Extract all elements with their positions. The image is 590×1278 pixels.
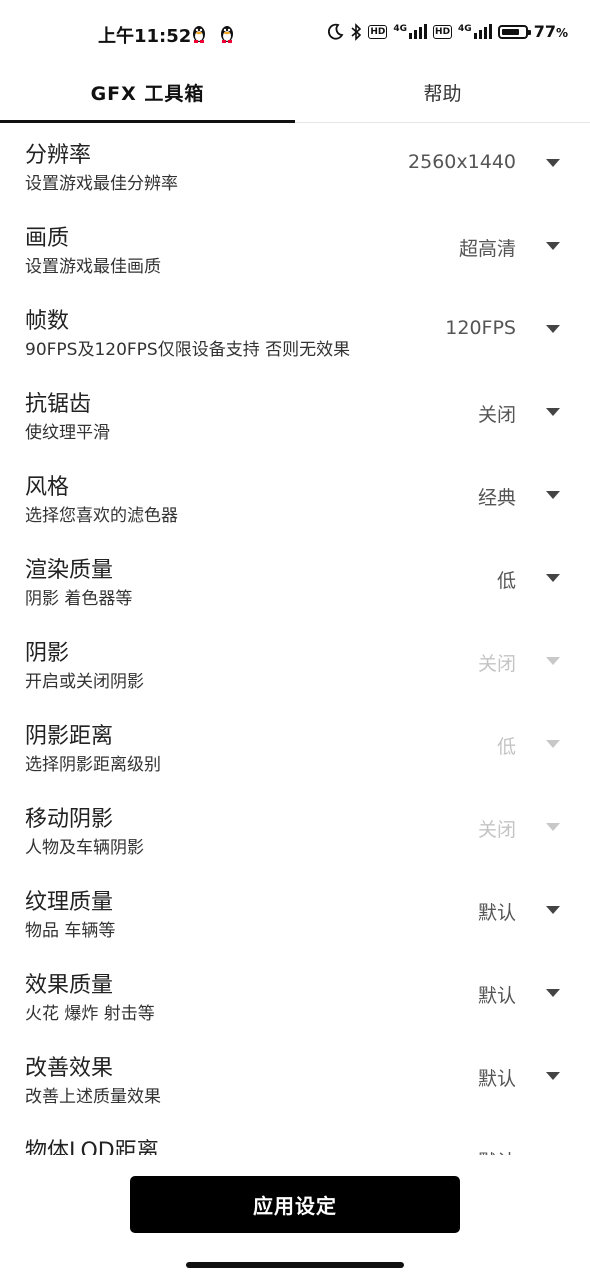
- hd-icon: HD: [433, 24, 453, 39]
- signal-icon: 4G: [458, 24, 492, 39]
- setting-row[interactable]: 抗锯齿使纹理平滑 关闭: [0, 372, 590, 455]
- setting-title: 抗锯齿: [25, 392, 92, 417]
- setting-row[interactable]: 分辨率设置游戏最佳分辨率 2560x1440: [0, 123, 590, 206]
- setting-row[interactable]: 纹理质量物品 车辆等 默认: [0, 870, 590, 953]
- setting-subtitle: 设置游戏最佳画质: [25, 257, 161, 277]
- dropdown-arrow-icon[interactable]: [546, 657, 560, 665]
- setting-dropdown-value[interactable]: 超高清: [459, 234, 516, 261]
- setting-dropdown-value[interactable]: 经典: [478, 483, 516, 510]
- setting-row[interactable]: 移动阴影人物及车辆阴影 关闭: [0, 787, 590, 870]
- status-time: 上午11:52: [98, 26, 192, 47]
- setting-subtitle: 90FPS及120FPS仅限设备支持 否则无效果: [25, 340, 351, 360]
- dropdown-arrow-icon[interactable]: [546, 159, 560, 167]
- setting-subtitle: 改善上述质量效果: [25, 1087, 161, 1107]
- setting-dropdown-value[interactable]: 默认: [478, 898, 516, 925]
- battery-icon: [497, 24, 531, 39]
- setting-subtitle: 选择您喜欢的滤色器: [25, 506, 178, 526]
- setting-subtitle: 设置游戏最佳分辨率: [25, 174, 178, 194]
- qq-penguin-icon: [193, 26, 205, 43]
- setting-title: 分辨率: [25, 143, 92, 168]
- setting-title: 移动阴影: [25, 807, 114, 832]
- hd-icon: HD: [368, 24, 388, 39]
- tab-bar: GFX 工具箱 帮助: [0, 62, 590, 123]
- setting-subtitle: 开启或关闭阴影: [25, 672, 144, 692]
- setting-row[interactable]: 效果质量火花 爆炸 射击等 默认: [0, 953, 590, 1036]
- bluetooth-icon: [351, 22, 362, 41]
- setting-row[interactable]: 渲染质量阴影 着色器等 低: [0, 538, 590, 621]
- status-bar: 上午11:52 HD 4G HD 4G 77%: [0, 0, 590, 68]
- setting-row[interactable]: 改善效果改善上述质量效果 默认: [0, 1036, 590, 1119]
- setting-row[interactable]: 风格选择您喜欢的滤色器 经典: [0, 455, 590, 538]
- tab-gfx-toolbox[interactable]: GFX 工具箱: [0, 62, 295, 123]
- setting-subtitle: 阴影 着色器等: [25, 589, 133, 609]
- setting-row[interactable]: 画质设置游戏最佳画质 超高清: [0, 206, 590, 289]
- dropdown-arrow-icon[interactable]: [546, 989, 560, 997]
- dropdown-arrow-icon[interactable]: [546, 906, 560, 914]
- setting-dropdown-value[interactable]: 120FPS: [445, 317, 516, 339]
- dropdown-arrow-icon[interactable]: [546, 408, 560, 416]
- setting-subtitle: 火花 爆炸 射击等: [25, 1004, 155, 1024]
- setting-title: 纹理质量: [25, 890, 114, 915]
- signal-icon: 4G: [393, 24, 428, 39]
- setting-subtitle: 物品 车辆等: [25, 921, 116, 941]
- setting-title: 阴影: [25, 641, 70, 666]
- dropdown-arrow-icon[interactable]: [546, 242, 560, 250]
- setting-dropdown-value[interactable]: 默认: [478, 1147, 516, 1155]
- setting-subtitle: 使纹理平滑: [25, 423, 110, 443]
- setting-subtitle: 人物及车辆阴影: [25, 838, 144, 858]
- dropdown-arrow-icon[interactable]: [546, 823, 560, 831]
- setting-title: 效果质量: [25, 973, 114, 998]
- setting-title: 改善效果: [25, 1056, 114, 1081]
- setting-row[interactable]: 物体LOD距离默认: [0, 1119, 590, 1155]
- setting-title: 画质: [25, 226, 70, 251]
- qq-penguin-icon: [221, 26, 233, 43]
- dropdown-arrow-icon[interactable]: [546, 325, 560, 333]
- setting-dropdown-value[interactable]: 默认: [478, 1064, 516, 1091]
- tab-help[interactable]: 帮助: [295, 62, 590, 122]
- dropdown-arrow-icon[interactable]: [546, 491, 560, 499]
- dropdown-arrow-icon[interactable]: [546, 1072, 560, 1080]
- setting-dropdown-value[interactable]: 低: [497, 566, 516, 593]
- setting-dropdown-value[interactable]: 2560x1440: [408, 151, 516, 173]
- setting-dropdown-value[interactable]: 关闭: [478, 815, 516, 842]
- settings-list[interactable]: 分辨率设置游戏最佳分辨率 2560x1440 画质设置游戏最佳画质 超高清帧数 90FP…: [0, 123, 590, 1155]
- setting-subtitle: 选择阴影距离级别: [25, 755, 161, 775]
- setting-title: 阴影距离: [25, 724, 114, 749]
- setting-title: 物体LOD距离: [25, 1139, 159, 1155]
- setting-title: 渲染质量: [25, 558, 114, 583]
- setting-dropdown-value[interactable]: 低: [497, 732, 516, 759]
- apply-settings-button[interactable]: 应用设定: [130, 1176, 460, 1233]
- dropdown-arrow-icon[interactable]: [546, 740, 560, 748]
- setting-title: 帧数: [25, 309, 70, 334]
- setting-dropdown-value[interactable]: 默认: [478, 981, 516, 1008]
- setting-dropdown-value[interactable]: 关闭: [478, 400, 516, 427]
- setting-row[interactable]: 帧数 90FPS及120FPS仅限设备支持 否则无效果 120FPS: [0, 289, 590, 372]
- dropdown-arrow-icon[interactable]: [546, 574, 560, 582]
- moon-icon: [328, 23, 344, 39]
- setting-row[interactable]: 阴影距离选择阴影距离级别 低: [0, 704, 590, 787]
- setting-title: 风格: [25, 475, 70, 500]
- setting-dropdown-value[interactable]: 关闭: [478, 649, 516, 676]
- home-indicator[interactable]: [186, 1262, 404, 1268]
- battery-percent: 77%: [533, 22, 568, 41]
- setting-row[interactable]: 阴影开启或关闭阴影 关闭: [0, 621, 590, 704]
